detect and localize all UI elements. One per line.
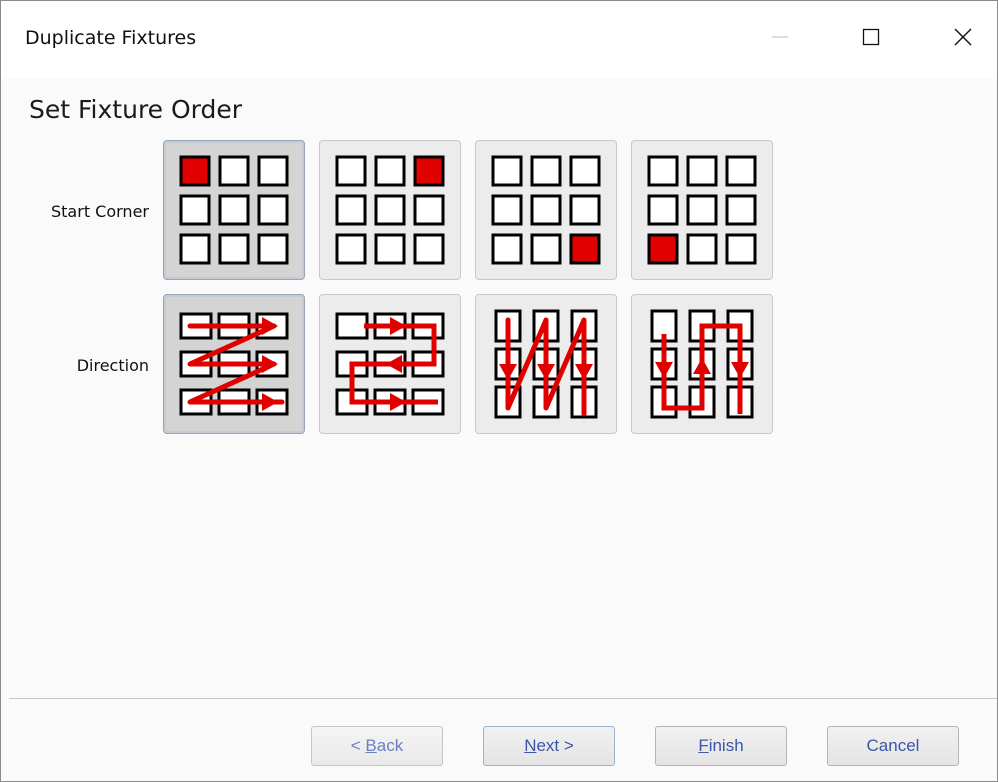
page-heading: Set Fixture Order — [29, 95, 243, 124]
maximize-icon — [862, 28, 880, 46]
horizontal-zigzag-icon — [179, 312, 289, 416]
grid-top-right-icon — [335, 155, 445, 265]
back-button[interactable]: < Back — [311, 726, 443, 766]
direction-vertical-snake-button[interactable] — [631, 294, 773, 434]
footer-separator — [9, 698, 997, 699]
window-title: Duplicate Fixtures — [25, 27, 197, 49]
next-button[interactable]: Next > — [483, 726, 615, 766]
back-button-label: ack — [376, 736, 404, 755]
direction-horizontal-zigzag-button[interactable] — [163, 294, 305, 434]
direction-vertical-zigzag-button[interactable] — [475, 294, 617, 434]
next-button-label: ext > — [536, 736, 574, 755]
start-corner-top-left-button[interactable] — [163, 140, 305, 280]
close-icon — [954, 28, 972, 46]
horizontal-snake-icon — [335, 312, 445, 416]
start-corner-bottom-left-button[interactable] — [631, 140, 773, 280]
finish-button-accel: F — [698, 736, 709, 755]
cancel-button-label: Cancel — [866, 736, 920, 755]
start-corner-bottom-right-button[interactable] — [475, 140, 617, 280]
minimize-button[interactable] — [756, 13, 804, 61]
duplicate-fixtures-dialog: Duplicate Fixtures Set Fixture Order Sta… — [0, 0, 998, 782]
grid-bottom-left-icon — [647, 155, 757, 265]
vertical-zigzag-icon — [494, 309, 598, 419]
back-button-accel: B — [365, 736, 377, 755]
next-button-accel: N — [524, 736, 537, 755]
back-button-prefix: < — [350, 736, 366, 755]
title-bar: Duplicate Fixtures — [1, 1, 997, 79]
start-corner-label: Start Corner — [51, 202, 149, 221]
maximize-button[interactable] — [847, 13, 895, 61]
finish-button[interactable]: Finish — [655, 726, 787, 766]
vertical-snake-icon — [650, 309, 754, 419]
close-button[interactable] — [939, 13, 987, 61]
start-corner-top-right-button[interactable] — [319, 140, 461, 280]
finish-button-label: inish — [708, 736, 744, 755]
minimize-icon — [772, 36, 788, 38]
grid-top-left-icon — [179, 155, 289, 265]
grid-bottom-right-icon — [491, 155, 601, 265]
direction-horizontal-snake-button[interactable] — [319, 294, 461, 434]
direction-label: Direction — [76, 356, 149, 375]
cancel-button[interactable]: Cancel — [827, 726, 959, 766]
